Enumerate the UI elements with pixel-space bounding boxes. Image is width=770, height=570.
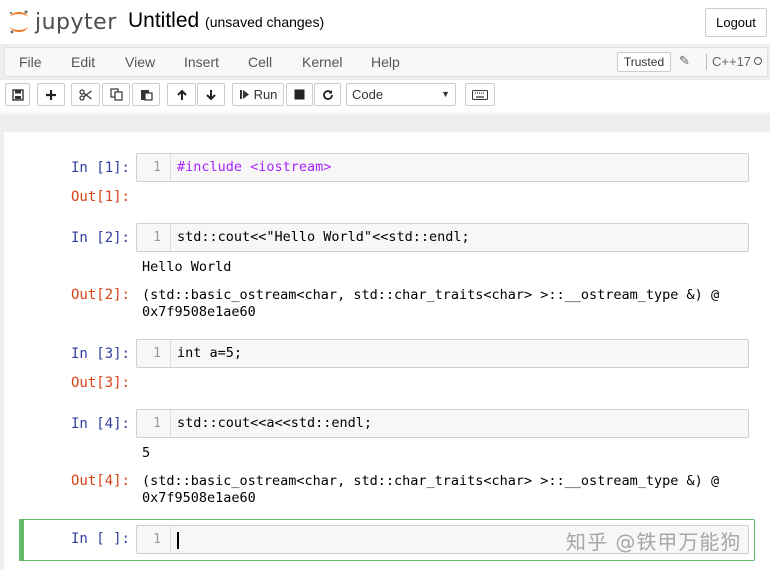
run-label: Run (253, 87, 278, 102)
step-forward-icon (239, 90, 249, 99)
cut-button[interactable] (71, 83, 100, 106)
output-prompt: Out[3]: (70, 375, 130, 391)
result-output: (std::basic_ostream<char, std::char_trai… (142, 473, 720, 506)
kernel-idle-indicator-icon (754, 57, 762, 65)
watermark: 知乎 @铁甲万能狗 (566, 530, 742, 554)
kernel-name: C++17 (706, 54, 751, 70)
arrow-up-icon (176, 89, 187, 100)
code-cell-input[interactable]: 1 int a=5; (136, 339, 749, 368)
cell-type-select[interactable]: Code ▼ (346, 83, 456, 106)
move-up-button[interactable] (167, 83, 196, 106)
menu-file[interactable]: File (19, 54, 42, 70)
input-prompt: In [4]: (70, 416, 130, 432)
input-prompt: In [1]: (70, 160, 130, 176)
menu-view[interactable]: View (125, 54, 155, 70)
paste-icon (140, 90, 153, 101)
jupyter-logo-icon (8, 9, 30, 35)
result-output: (std::basic_ostream<char, std::char_trai… (142, 287, 720, 320)
refresh-icon (322, 89, 333, 100)
pencil-icon[interactable]: ✎ (679, 53, 690, 69)
copy-icon (109, 88, 123, 101)
line-number: 1 (137, 154, 171, 181)
menu-kernel[interactable]: Kernel (302, 54, 342, 70)
output-prompt: Out[2]: (70, 287, 130, 303)
copy-button[interactable] (102, 83, 130, 106)
input-prompt: In [2]: (70, 230, 130, 246)
line-number: 1 (137, 340, 171, 367)
code-cell-input[interactable]: 1 std::cout<<"Hello World"<<std::endl; (136, 223, 749, 252)
save-status: (unsaved changes) (205, 14, 325, 30)
chevron-down-icon: ▼ (441, 89, 450, 99)
toolbar: Run Code ▼ (0, 80, 770, 110)
paste-button[interactable] (132, 83, 160, 106)
menu-help[interactable]: Help (371, 54, 400, 70)
notebook-title[interactable]: Untitled (unsaved changes) (128, 9, 324, 33)
save-button[interactable] (5, 83, 30, 106)
stdout-output: 5 (142, 445, 151, 461)
code-cell-input[interactable]: 1 #include <iostream> (136, 153, 749, 182)
keyboard-icon (472, 89, 488, 100)
menu-insert[interactable]: Insert (184, 54, 219, 70)
restart-kernel-button[interactable] (314, 83, 341, 106)
code-line[interactable]: #include <iostream> (177, 154, 331, 181)
text-cursor (177, 532, 179, 549)
insert-cell-button[interactable] (37, 83, 65, 106)
code-cell-input[interactable]: 1 std::cout<<a<<std::endl; (136, 409, 749, 438)
input-prompt: In [ ]: (70, 531, 130, 547)
stdout-output: Hello World (142, 259, 232, 275)
interrupt-kernel-button[interactable] (286, 83, 313, 106)
menubar: File Edit View Insert Cell Kernel Help T… (4, 47, 768, 77)
plus-icon (46, 89, 56, 100)
menu-edit[interactable]: Edit (71, 54, 95, 70)
line-number: 1 (137, 410, 171, 437)
output-prompt: Out[1]: (70, 189, 130, 205)
cell-type-value: Code (352, 87, 384, 102)
input-prompt: In [3]: (70, 346, 130, 362)
menu-cell[interactable]: Cell (248, 54, 272, 70)
logo-text: jupyter (35, 9, 117, 35)
arrow-down-icon (206, 89, 216, 100)
toolbar-shadow (0, 110, 770, 116)
jupyter-logo[interactable]: jupyter (8, 7, 117, 37)
output-prompt: Out[4]: (70, 473, 130, 489)
stop-icon (294, 89, 305, 100)
command-palette-button[interactable] (465, 83, 495, 106)
run-button[interactable]: Run (232, 83, 284, 106)
save-icon (11, 88, 24, 101)
line-number: 1 (137, 526, 171, 553)
notebook-name[interactable]: Untitled (128, 9, 199, 32)
code-line[interactable]: std::cout<<a<<std::endl; (177, 410, 372, 437)
line-number: 1 (137, 224, 171, 251)
move-down-button[interactable] (197, 83, 225, 106)
logout-button[interactable]: Logout (705, 8, 767, 37)
header: jupyter Untitled (unsaved changes) Logou… (0, 0, 770, 44)
scissors-icon (78, 88, 92, 101)
code-line[interactable]: int a=5; (177, 340, 242, 367)
trusted-indicator[interactable]: Trusted (617, 52, 671, 72)
code-line[interactable]: std::cout<<"Hello World"<<std::endl; (177, 224, 470, 251)
